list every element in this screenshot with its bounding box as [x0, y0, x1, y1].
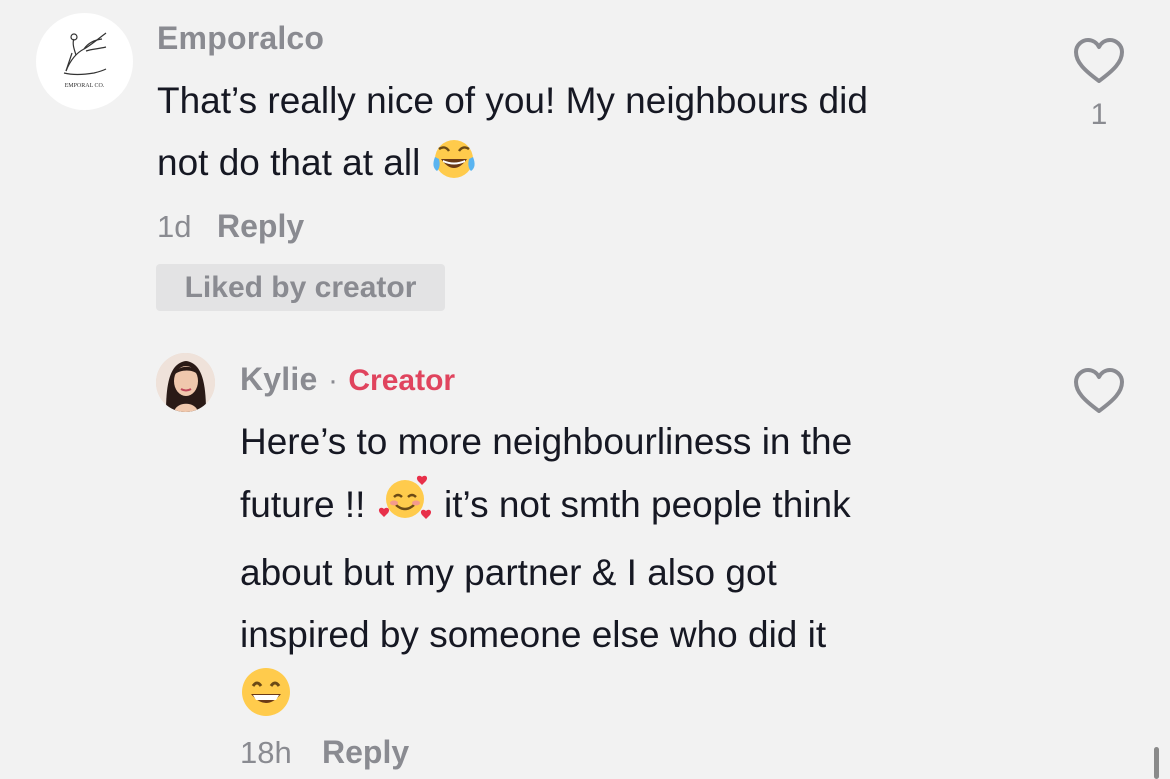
creator-badge: Creator — [348, 364, 456, 397]
reply-button[interactable]: Reply — [217, 208, 304, 245]
comment-text: That’s really nice of you! My neighbours… — [157, 70, 1037, 200]
comment-line: That’s really nice of you! My neighbours… — [157, 80, 868, 121]
heart-outline-icon — [1074, 38, 1124, 83]
comment-line-text: future !! — [240, 484, 366, 525]
comment-line: Here’s to more neighbourliness in the — [240, 421, 853, 462]
liked-by-creator-badge: Liked by creator — [156, 264, 445, 311]
comment-line: future !! it’s not smth people think — [240, 473, 1060, 542]
comment-line: inspired by someone else who did it — [240, 614, 827, 655]
kylie-avatar[interactable] — [156, 353, 215, 412]
comment-username[interactable]: Kylie — [240, 361, 317, 397]
comment-username[interactable]: Emporalco — [157, 20, 324, 57]
like-button[interactable] — [1072, 366, 1126, 421]
comment-line-text: it’s not smth people think — [444, 484, 851, 525]
like-button[interactable] — [1072, 36, 1126, 91]
like-count: 1 — [1090, 98, 1108, 131]
emporalco-logo-icon — [63, 32, 107, 76]
comment-line: about but my partner & I also got — [240, 552, 777, 593]
profile-photo-icon — [156, 353, 215, 412]
comment-line-text: not do that at all — [157, 142, 421, 183]
comment-line — [240, 666, 1060, 728]
tears-of-joy-emoji-icon — [431, 137, 477, 200]
smiling-face-with-hearts-emoji-icon — [376, 473, 434, 542]
logo-wordmark: EMPORAL CO. — [64, 83, 105, 89]
reply-button[interactable]: Reply — [322, 734, 409, 771]
separator-dot: · — [327, 364, 338, 397]
comment-text: Here’s to more neighbourliness in the fu… — [240, 411, 1060, 728]
beaming-face-emoji-icon — [240, 666, 292, 737]
reply-header: Kylie · Creator — [240, 361, 455, 398]
comment-timestamp: 1d — [157, 209, 192, 244]
emporalco-avatar[interactable]: EMPORAL CO. — [36, 13, 133, 110]
heart-outline-icon — [1074, 368, 1124, 413]
comment-line: not do that at all — [157, 132, 1037, 200]
comment-timestamp: 18h — [240, 735, 292, 770]
scrollbar-thumb[interactable] — [1154, 747, 1159, 779]
